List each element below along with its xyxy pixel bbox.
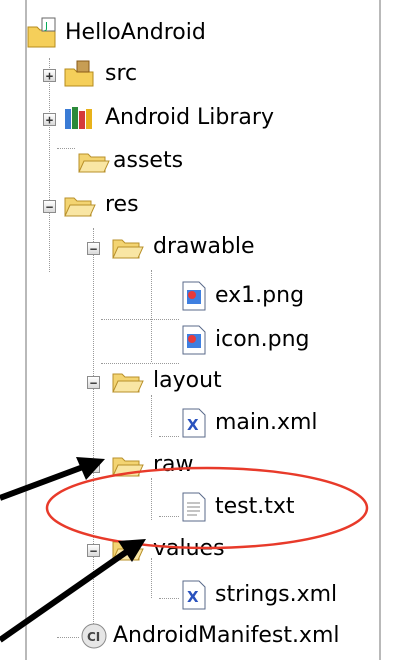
- arrow-to-raw: [0, 457, 105, 501]
- arrow-to-test-txt: [0, 539, 146, 643]
- annotation-overlay: [0, 457, 369, 643]
- highlight-ellipse: [45, 466, 369, 550]
